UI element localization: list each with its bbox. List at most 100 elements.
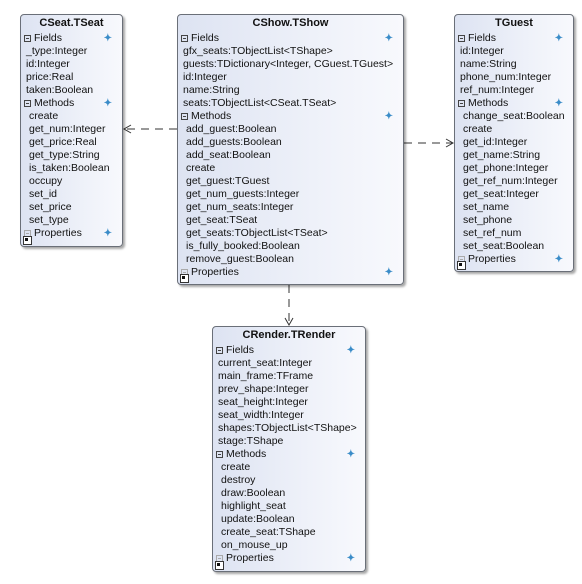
method-item[interactable]: get_num_guests:Integer — [178, 188, 403, 201]
collapse-icon[interactable] — [458, 100, 465, 107]
section-label: Properties — [226, 552, 274, 564]
field-item[interactable]: stage:TShape — [213, 435, 365, 448]
field-item[interactable]: current_seat:Integer — [213, 357, 365, 370]
method-item[interactable]: get_num_seats:Integer — [178, 201, 403, 214]
method-item[interactable]: get_price:Real — [21, 136, 122, 149]
add-icon[interactable]: ✦ — [555, 253, 563, 266]
collapse-icon[interactable] — [24, 100, 31, 107]
method-item[interactable]: add_guests:Boolean — [178, 136, 403, 149]
field-item[interactable]: shapes:TObjectList<TShape> — [213, 422, 365, 435]
method-item[interactable]: get_num:Integer — [21, 123, 122, 136]
field-item[interactable]: main_frame:TFrame — [213, 370, 365, 383]
field-item[interactable]: id:Integer — [455, 45, 573, 58]
add-icon[interactable]: ✦ — [104, 227, 112, 240]
field-item[interactable]: phone_num:Integer — [455, 71, 573, 84]
method-item[interactable]: change_seat:Boolean — [455, 110, 573, 123]
method-item[interactable]: get_id:Integer — [455, 136, 573, 149]
method-item[interactable]: get_type:String — [21, 149, 122, 162]
method-item[interactable]: draw:Boolean — [213, 487, 365, 500]
add-icon[interactable]: ✦ — [385, 32, 393, 45]
properties-section-header[interactable]: Properties ✦ — [455, 253, 573, 266]
field-item[interactable]: gfx_seats:TObjectList<TShape> — [178, 45, 403, 58]
collapse-icon[interactable] — [216, 451, 223, 458]
method-item[interactable]: set_id — [21, 188, 122, 201]
method-item[interactable]: occupy — [21, 175, 122, 188]
methods-section-header[interactable]: Methods ✦ — [178, 110, 403, 123]
class-tguest[interactable]: TGuest Fields ✦ id:Integer name:String phone_… — [454, 14, 574, 272]
method-item[interactable]: set_price — [21, 201, 122, 214]
field-item[interactable]: price:Real — [21, 71, 122, 84]
method-item[interactable]: get_guest:TGuest — [178, 175, 403, 188]
fields-section-header[interactable]: Fields ✦ — [455, 32, 573, 45]
method-item[interactable]: is_taken:Boolean — [21, 162, 122, 175]
method-item[interactable]: destroy — [213, 474, 365, 487]
field-item[interactable]: prev_shape:Integer — [213, 383, 365, 396]
methods-section-header[interactable]: Methods ✦ — [213, 448, 365, 461]
section-label: Fields — [226, 344, 255, 356]
methods-section-header[interactable]: Methods ✦ — [455, 97, 573, 110]
properties-section-header[interactable]: Properties ✦ — [178, 266, 403, 279]
class-cseat[interactable]: CSeat.TSeat Fields ✦ _type:Integer id:Intege… — [20, 14, 123, 247]
method-item[interactable]: remove_guest:Boolean — [178, 253, 403, 266]
method-item[interactable]: create_seat:TShape — [213, 526, 365, 539]
method-item[interactable]: get_seat:TSeat — [178, 214, 403, 227]
field-item[interactable]: name:String — [178, 84, 403, 97]
add-icon[interactable]: ✦ — [555, 32, 563, 45]
add-icon[interactable]: ✦ — [555, 97, 563, 110]
field-item[interactable]: _type:Integer — [21, 45, 122, 58]
collapse-icon[interactable] — [24, 35, 31, 42]
add-icon[interactable]: ✦ — [385, 110, 393, 123]
field-item[interactable]: guests:TDictionary<Integer, CGuest.TGues… — [178, 58, 403, 71]
section-label: Methods — [191, 110, 232, 122]
field-item[interactable]: seats:TObjectList<CSeat.TSeat> — [178, 97, 403, 110]
section-label: Properties — [34, 227, 82, 239]
properties-section-header[interactable]: Properties ✦ — [213, 552, 365, 565]
add-icon[interactable]: ✦ — [347, 552, 355, 565]
add-icon[interactable]: ✦ — [385, 266, 393, 279]
field-item[interactable]: id:Integer — [21, 58, 122, 71]
fields-section-header[interactable]: Fields ✦ — [178, 32, 403, 45]
method-item[interactable]: set_type — [21, 214, 122, 227]
method-item[interactable]: highlight_seat — [213, 500, 365, 513]
add-icon[interactable]: ✦ — [104, 32, 112, 45]
add-icon[interactable]: ✦ — [347, 344, 355, 357]
method-item[interactable]: set_seat:Boolean — [455, 240, 573, 253]
field-item[interactable]: ref_num:Integer — [455, 84, 573, 97]
method-item[interactable]: set_phone — [455, 214, 573, 227]
class-crender[interactable]: CRender.TRender Fields ✦ current_seat:Integ… — [212, 326, 366, 572]
method-item[interactable]: create — [455, 123, 573, 136]
method-item[interactable]: create — [178, 162, 403, 175]
method-item[interactable]: create — [213, 461, 365, 474]
add-icon[interactable]: ✦ — [347, 448, 355, 461]
method-item[interactable]: get_seat:Integer — [455, 188, 573, 201]
method-item[interactable]: on_mouse_up — [213, 539, 365, 552]
method-item[interactable]: update:Boolean — [213, 513, 365, 526]
properties-section-header[interactable]: Properties ✦ — [21, 227, 122, 240]
method-item[interactable]: set_name — [455, 201, 573, 214]
fields-section-header[interactable]: Fields ✦ — [213, 344, 365, 357]
collapse-icon[interactable] — [181, 35, 188, 42]
methods-section-header[interactable]: Methods ✦ — [21, 97, 122, 110]
field-item[interactable]: seat_width:Integer — [213, 409, 365, 422]
field-item[interactable]: id:Integer — [178, 71, 403, 84]
method-item[interactable]: get_ref_num:Integer — [455, 175, 573, 188]
method-item[interactable]: get_seats:TObjectList<TSeat> — [178, 227, 403, 240]
method-item[interactable]: is_fully_booked:Boolean — [178, 240, 403, 253]
method-item[interactable]: add_guest:Boolean — [178, 123, 403, 136]
method-item[interactable]: set_ref_num — [455, 227, 573, 240]
field-item[interactable]: taken:Boolean — [21, 84, 122, 97]
fields-section-header[interactable]: Fields ✦ — [21, 32, 122, 45]
add-icon[interactable]: ✦ — [104, 97, 112, 110]
collapse-icon[interactable] — [181, 113, 188, 120]
method-item[interactable]: get_phone:Integer — [455, 162, 573, 175]
field-item[interactable]: seat_height:Integer — [213, 396, 365, 409]
class-title: CSeat.TSeat — [39, 17, 104, 29]
shortcut-icon — [180, 274, 189, 283]
collapse-icon[interactable] — [458, 35, 465, 42]
method-item[interactable]: add_seat:Boolean — [178, 149, 403, 162]
collapse-icon[interactable] — [216, 347, 223, 354]
class-cshow[interactable]: CShow.TShow Fields ✦ gfx_seats:TObjectList<… — [177, 14, 404, 285]
method-item[interactable]: create — [21, 110, 122, 123]
field-item[interactable]: name:String — [455, 58, 573, 71]
method-item[interactable]: get_name:String — [455, 149, 573, 162]
